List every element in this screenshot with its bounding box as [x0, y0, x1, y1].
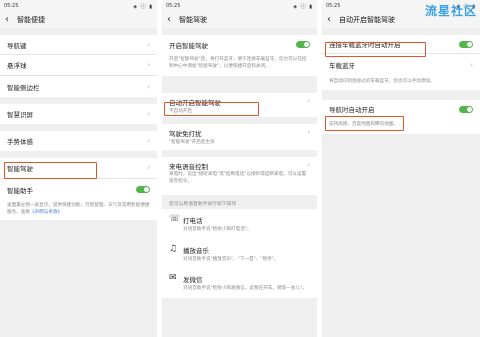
nav-auto-enable-toggle[interactable] — [459, 105, 473, 113]
call-voice-control-row[interactable]: 来电语音控制 › 来电时，说出"接听来电"或"挂断电话"以接听或挂断来电，可以设置… — [162, 157, 317, 196]
call-voice-control-label: 来电语音控制 — [169, 163, 208, 172]
chevron-right-icon: › — [147, 137, 150, 145]
list-item-floating-ball[interactable]: 悬浮球 › — [0, 55, 157, 76]
car-bluetooth-desc: 将自动识别连接过的车载蓝牙，您也可以手动添加。 — [329, 79, 435, 84]
page-title: 智能驾驶 — [179, 15, 207, 24]
nav-auto-enable-label: 导航时自动开启 — [329, 106, 375, 115]
highlight-box — [164, 102, 259, 116]
drive-do-not-disturb-row[interactable]: 驾驶免打扰 › "智能驾驶"开启后生效 — [162, 124, 317, 151]
voice-section-header: 您可以用语音助手进行如下操作 — [169, 202, 237, 208]
highlight-box — [325, 116, 404, 131]
watermark-logo: 流星社区 — [424, 4, 477, 18]
list-item-smart-sidebar[interactable]: 智能侧边栏 › — [0, 76, 157, 97]
list-item-label: 悬浮球 — [7, 62, 27, 70]
status-time: 05:25 — [326, 3, 341, 9]
chevron-right-icon: › — [147, 40, 150, 49]
enable-smart-driving-label: 开启智能驾驶 — [169, 41, 208, 50]
voice-item-call: ☏ 打电话 对语音助手说"给张小阳打电话"。 — [162, 209, 317, 239]
call-voice-control-desc: 来电时，说出"接听来电"或"挂断电话"以接听或挂断来电，可以设置语音指令。 — [169, 172, 307, 184]
phone-icon: ☏ — [169, 214, 181, 225]
enable-smart-driving-desc: 开启"智能驾驶"后，将打开蓝牙，便于连接车载蓝牙。您也可以在控制中心中添加"智能… — [169, 57, 307, 69]
message-icon: ✉ — [169, 273, 177, 284]
bt-auto-enable-toggle[interactable] — [459, 40, 473, 48]
voice-item-title: 发微信 — [183, 276, 203, 285]
highlight-box — [325, 42, 426, 57]
chevron-right-icon: › — [307, 128, 310, 137]
back-arrow-icon[interactable]: ‹ — [5, 14, 17, 25]
chevron-right-icon: › — [147, 82, 150, 91]
music-icon: ♫ — [169, 243, 178, 254]
status-time: 05:25 — [4, 3, 19, 9]
assistant-description: 桌面最左侧一屏显示，提供快捷功能、行程管理、天气及常用智能便捷服务。查看《声明与… — [7, 203, 150, 215]
car-bluetooth-label: 车载蓝牙 — [329, 62, 355, 70]
list-item-label: 导航键 — [7, 41, 27, 50]
list-item-smart-assistant[interactable]: 智能助手 — [0, 179, 157, 200]
enable-smart-driving-row[interactable]: 开启智能驾驶 — [162, 35, 317, 54]
voice-item-desc: 对语音助手说"给张小阳发微信，说我在开车，稍等一会儿"。 — [183, 286, 307, 292]
voice-item-music: ♫ 播放音乐 对语音助手说"播放音乐"、"下一首"、"暂停"。 — [162, 238, 317, 269]
chevron-right-icon: › — [470, 61, 473, 69]
enable-smart-driving-toggle[interactable] — [296, 41, 310, 48]
status-bar: 05:25 ◈ ⓘ ▮ — [162, 0, 317, 11]
chevron-right-icon: › — [307, 97, 310, 106]
assistant-toggle[interactable] — [136, 186, 150, 193]
status-bar: 05:25 ◈ ⓘ ▮ — [0, 0, 157, 11]
list-item-label: 智能侧边栏 — [7, 83, 40, 92]
voice-item-desc: 对语音助手说"给张小阳打电话"。 — [183, 227, 252, 233]
screen-auto-enable-driving: 05:25 ◈ ⓘ ▮ ‹ 自动开启智能驾驶 连接车载蓝牙时自动开启 车载蓝牙 ›… — [322, 0, 480, 337]
back-arrow-icon[interactable]: ‹ — [167, 14, 179, 25]
screen-smart-convenience: 05:25 ◈ ⓘ ▮ ‹ 智能便捷 导航键 › 悬浮球 › 智能侧边栏 › 智慧识屏… — [0, 0, 157, 337]
chevron-right-icon: › — [147, 61, 150, 69]
car-bluetooth-row[interactable]: 车载蓝牙 › — [322, 54, 480, 76]
drive-do-not-disturb-label: 驾驶免打扰 — [169, 130, 202, 139]
chevron-right-icon: › — [307, 161, 310, 170]
screen-smart-driving: 05:25 ◈ ⓘ ▮ ‹ 智能驾驶 开启智能驾驶 开启"智能驾驶"后，将打开蓝… — [162, 0, 317, 337]
list-item-smart-screen-recognition[interactable]: 智慧识屏 › — [0, 104, 157, 124]
page-title: 自动开启智能驾驶 — [339, 15, 395, 24]
chevron-right-icon: › — [147, 164, 150, 172]
page-title: 智能便捷 — [17, 15, 45, 24]
chevron-right-icon: › — [147, 110, 150, 118]
voice-item-desc: 对语音助手说"播放音乐"、"下一首"、"暂停"。 — [183, 256, 279, 262]
list-item-label: 智能助手 — [7, 186, 33, 195]
title-bar: ‹ 智能便捷 — [0, 11, 157, 28]
status-icons: ◈ ⓘ ▮ — [133, 4, 153, 10]
title-bar: ‹ 智能驾驶 — [162, 11, 317, 28]
list-item-gestures[interactable]: 手势体感 › — [0, 131, 157, 151]
status-icons: ◈ ⓘ ▮ — [293, 4, 313, 10]
voice-item-wechat: ✉ 发微信 对语音助手说"给张小阳发微信，说我在开车，稍等一会儿"。 — [162, 268, 317, 298]
voice-item-title: 打电话 — [183, 217, 203, 226]
list-item-nav-keys[interactable]: 导航键 › — [0, 35, 157, 55]
list-item-label: 智慧识屏 — [7, 111, 33, 119]
highlight-box — [4, 162, 97, 179]
drive-do-not-disturb-sub: "智能驾驶"开启后生效 — [169, 140, 215, 146]
status-time: 05:25 — [166, 3, 181, 9]
back-arrow-icon[interactable]: ‹ — [327, 14, 339, 25]
terms-link[interactable]: 《声明与条款》 — [30, 210, 62, 215]
voice-item-title: 播放音乐 — [183, 246, 209, 255]
list-item-label: 手势体感 — [7, 138, 33, 146]
